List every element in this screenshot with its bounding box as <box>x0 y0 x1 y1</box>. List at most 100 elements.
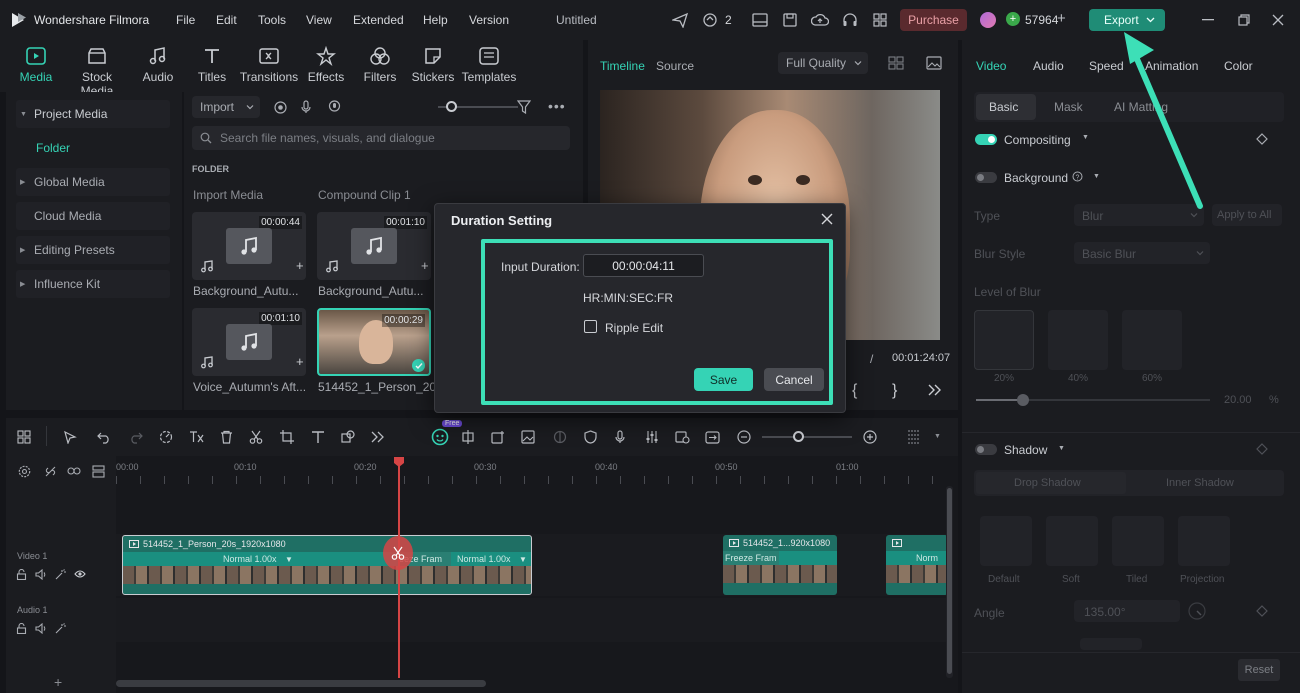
more-tools-icon[interactable] <box>370 429 386 445</box>
reset-button[interactable]: Reset <box>1238 659 1280 681</box>
image-icon[interactable] <box>924 54 944 72</box>
render-preview-icon[interactable] <box>704 429 720 445</box>
eye-icon[interactable] <box>74 569 86 580</box>
media-item-selected[interactable]: 00:00:29 <box>317 308 431 376</box>
background-toggle[interactable] <box>975 172 997 183</box>
grid-view-icon[interactable] <box>886 54 906 72</box>
audio-mixer-icon[interactable] <box>644 429 660 445</box>
keyframe-icon[interactable] <box>1256 443 1268 455</box>
subtab-mask[interactable]: Mask <box>1054 100 1083 114</box>
apps-grid-icon[interactable] <box>870 11 890 29</box>
magic-wand-icon[interactable] <box>55 623 66 634</box>
speed-icon[interactable] <box>158 429 174 445</box>
menu-version[interactable]: Version <box>469 13 509 27</box>
shield-icon[interactable] <box>582 429 598 445</box>
tool-filters[interactable]: Filters <box>352 44 408 84</box>
sidebar-item-global-media[interactable]: ▶ Global Media <box>16 168 170 196</box>
magic-wand-icon[interactable] <box>55 569 66 580</box>
zoom-out-icon[interactable] <box>736 429 752 445</box>
unlink-icon[interactable] <box>42 464 58 478</box>
add-to-timeline-icon[interactable]: + <box>296 258 304 273</box>
send-icon[interactable] <box>670 11 690 29</box>
tool-transitions[interactable]: Transitions <box>238 44 300 84</box>
compositing-toggle[interactable] <box>975 134 997 145</box>
ai-text-icon[interactable] <box>188 429 204 445</box>
tab-color[interactable]: Color <box>1224 59 1253 73</box>
blur-level-option[interactable] <box>1122 310 1182 370</box>
blur-slider-track[interactable] <box>976 394 1210 406</box>
blur-level-option[interactable] <box>1048 310 1108 370</box>
menu-extended[interactable]: Extended <box>353 13 404 27</box>
layout-icon[interactable] <box>750 11 770 29</box>
shadow-toggle[interactable] <box>975 444 997 455</box>
split-scissors-icon[interactable] <box>248 429 264 445</box>
timeline-view-icon[interactable] <box>906 428 922 446</box>
caret-down-icon[interactable]: ▼ <box>1093 173 1100 180</box>
media-item[interactable]: 00:01:10 + <box>317 212 431 280</box>
undo-icon[interactable] <box>96 429 112 445</box>
tool-titles[interactable]: Titles <box>184 44 240 84</box>
notification-icon[interactable] <box>700 11 720 29</box>
microphone-icon[interactable] <box>612 429 628 445</box>
shadow-preset[interactable] <box>1112 516 1164 566</box>
time-ruler[interactable]: 00:00 00:10 00:20 00:30 00:40 00:50 01:0… <box>116 456 958 486</box>
speaker-icon[interactable] <box>35 623 47 634</box>
cloud-upload-icon[interactable] <box>810 11 830 29</box>
add-track-icon[interactable]: + <box>54 674 62 690</box>
lock-icon[interactable] <box>16 623 27 634</box>
track-manager-icon[interactable] <box>90 464 106 478</box>
sidebar-item-cloud-media[interactable]: Cloud Media <box>16 202 170 230</box>
blur-style-dropdown[interactable]: Basic Blur <box>1074 242 1210 264</box>
restore-icon[interactable] <box>1234 11 1254 29</box>
caret-down-icon[interactable]: ▼ <box>934 433 941 440</box>
add-credits-icon[interactable]: + <box>1057 10 1066 27</box>
video-clip[interactable]: 514452_1_Person_20s_1920x1080 Normal 1.0… <box>122 535 532 595</box>
tab-drop-shadow[interactable]: Drop Shadow <box>1014 477 1081 489</box>
tab-timeline[interactable]: Timeline <box>600 59 645 73</box>
menu-tools[interactable]: Tools <box>258 13 286 27</box>
microphone-icon[interactable] <box>298 99 314 115</box>
shadow-preset[interactable] <box>1046 516 1098 566</box>
delete-icon[interactable] <box>218 429 234 445</box>
color-match-icon[interactable] <box>552 429 568 445</box>
angle-dial-icon[interactable] <box>1188 602 1206 620</box>
media-search-input[interactable]: Search file names, visuals, and dialogue <box>192 126 570 150</box>
select-tool-icon[interactable] <box>62 429 78 445</box>
media-item[interactable]: 00:01:10 + <box>192 308 306 376</box>
add-to-timeline-icon[interactable]: + <box>421 258 429 273</box>
shadow-preset[interactable] <box>1178 516 1230 566</box>
shape-icon[interactable] <box>340 429 356 445</box>
shadow-preset[interactable] <box>980 516 1032 566</box>
keyframe-icon[interactable] <box>1256 133 1268 145</box>
blur-slider-handle[interactable] <box>1016 394 1029 406</box>
voice-effect-icon[interactable] <box>674 429 690 445</box>
color-swatch[interactable] <box>1080 638 1142 650</box>
redo-icon[interactable] <box>128 429 144 445</box>
keyframe-icon[interactable] <box>1256 605 1268 617</box>
vertical-scrollbar-thumb[interactable] <box>947 488 952 674</box>
menu-edit[interactable]: Edit <box>216 13 237 27</box>
link-icon[interactable] <box>66 464 82 478</box>
menu-file[interactable]: File <box>176 13 195 27</box>
mark-out-icon[interactable]: } <box>892 382 897 400</box>
subtab-basic[interactable]: Basic <box>989 100 1018 114</box>
mark-in-icon[interactable]: { <box>852 382 857 400</box>
image-edit-icon[interactable] <box>520 429 536 445</box>
fast-forward-icon[interactable] <box>928 384 942 396</box>
tab-inner-shadow[interactable]: Inner Shadow <box>1166 477 1234 489</box>
minimize-icon[interactable] <box>1198 11 1218 29</box>
menu-help[interactable]: Help <box>423 13 448 27</box>
angle-input[interactable]: 135.00° <box>1074 600 1180 622</box>
horizontal-scrollbar-thumb[interactable] <box>116 680 486 687</box>
sidebar-item-folder[interactable]: Folder <box>16 134 170 162</box>
crop-icon[interactable] <box>279 429 295 445</box>
blur-level-option[interactable] <box>974 310 1034 370</box>
tab-audio[interactable]: Audio <box>1033 59 1064 73</box>
avatar[interactable] <box>980 12 996 28</box>
more-options-icon[interactable]: ••• <box>548 98 566 114</box>
speaker-icon[interactable] <box>35 569 47 580</box>
snap-icon[interactable] <box>460 429 476 445</box>
tool-effects[interactable]: Effects <box>298 44 354 84</box>
purchase-button[interactable]: Purchase <box>900 9 967 31</box>
vertical-scrollbar[interactable] <box>946 486 953 678</box>
